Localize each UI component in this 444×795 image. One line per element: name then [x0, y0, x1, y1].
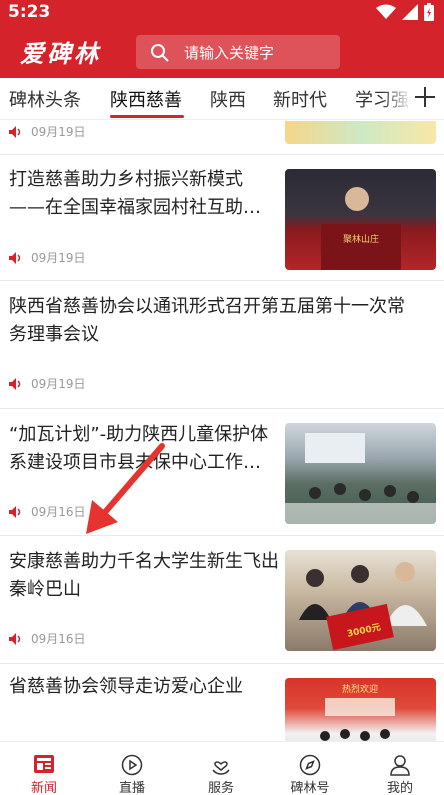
- article-date: 09月19日: [31, 377, 86, 391]
- wifi-icon: [376, 4, 396, 19]
- article-meta: 09月19日: [9, 123, 86, 140]
- article-thumbnail: [285, 121, 436, 144]
- heart-hand-icon: [212, 761, 230, 775]
- article-title-line: 秦岭巴山: [9, 579, 81, 600]
- list-item[interactable]: 安康慈善助力千名大学生新生飞出 秦岭巴山 09月16日 3000元: [0, 536, 444, 664]
- list-item[interactable]: 省慈善协会领导走访爱心企业 热烈欢迎: [0, 664, 444, 741]
- speaker-icon: [9, 125, 21, 138]
- article-title-line: ——在全国幸福家园村社互助…: [9, 197, 261, 218]
- article-thumbnail: 3000元: [285, 550, 436, 651]
- signal-icon: [402, 4, 418, 20]
- article-title: 打造慈善助力乡村振兴新模式 ——在全国幸福家园村社互助…: [9, 166, 261, 222]
- meeting-photo: [285, 433, 436, 524]
- search-bar[interactable]: 请输入关键字: [136, 35, 340, 69]
- tab-shaanxi-charity[interactable]: 陕西慈善: [110, 86, 182, 112]
- nav-label: 新闻: [30, 781, 57, 795]
- article-date: 09月19日: [31, 125, 86, 139]
- nav-news[interactable]: 新闻: [0, 742, 88, 795]
- status-time: 5:23: [8, 2, 51, 22]
- article-title-line: 安康慈善助力千名大学生新生飞出: [9, 551, 279, 572]
- banner-text: 热烈欢迎: [342, 683, 378, 695]
- list-item[interactable]: 陕西省慈善协会以通讯形式召开第五届第十一次常 务理事会议 09月19日: [0, 281, 444, 409]
- add-channel-button[interactable]: [412, 81, 440, 115]
- speaker-icon: [9, 505, 21, 518]
- status-icons: [376, 3, 434, 21]
- tab-new-era[interactable]: 新时代: [273, 86, 327, 112]
- list-item[interactable]: 09月19日: [0, 121, 444, 155]
- nav-service[interactable]: 服务: [177, 742, 265, 795]
- article-title-line: 务理事会议: [9, 324, 99, 345]
- news-icon: [34, 755, 54, 773]
- speaker-icon: [9, 377, 21, 390]
- search-placeholder: 请输入关键字: [184, 44, 275, 62]
- article-date: 09月19日: [31, 251, 86, 265]
- ceremony-photo: 3000元: [299, 562, 427, 651]
- compass-icon: [299, 754, 321, 776]
- article-title-line: 打造慈善助力乡村振兴新模式: [9, 169, 243, 190]
- article-title-line: 省慈善协会领导走访爱心企业: [9, 676, 243, 697]
- article-meta: 09月19日: [9, 375, 86, 392]
- article-title: 省慈善协会领导走访爱心企业: [9, 673, 243, 701]
- app-header: 爱碑林 请输入关键字: [0, 26, 444, 78]
- tab-shaanxi[interactable]: 陕西: [210, 86, 246, 112]
- article-thumbnail: [285, 423, 436, 524]
- nav-label: 我的: [386, 781, 413, 795]
- list-item[interactable]: 打造慈善助力乡村振兴新模式 ——在全国幸福家园村社互助… 09月19日 聚林山庄: [0, 155, 444, 281]
- news-feed[interactable]: 09月19日 打造慈善助力乡村振兴新模式 ——在全国幸福家园村社互助… 09月1…: [0, 121, 444, 741]
- article-title: 安康慈善助力千名大学生新生飞出 秦岭巴山: [9, 548, 279, 604]
- list-item[interactable]: “加瓦计划”-助力陕西儿童保护体 系建设项目市县未保中心工作… 09月16日: [0, 409, 444, 536]
- tab-fade: [382, 78, 412, 118]
- article-date: 09月16日: [31, 632, 86, 646]
- tab-beilin-headlines[interactable]: 碑林头条: [9, 86, 81, 112]
- article-title: “加瓦计划”-助力陕西儿童保护体 系建设项目市县未保中心工作…: [9, 421, 268, 477]
- battery-icon: [424, 3, 434, 21]
- nav-label: 服务: [207, 781, 234, 795]
- article-thumbnail: 热烈欢迎: [285, 678, 436, 741]
- article-title-line: “加瓦计划”-助力陕西儿童保护体: [9, 424, 269, 445]
- article-thumbnail: 聚林山庄: [285, 169, 436, 270]
- bottom-navigation: 新闻 直播 服务 碑林号 我的: [0, 741, 444, 795]
- article-meta: 09月16日: [9, 630, 86, 647]
- channel-tabs: 碑林头条 陕西慈善 陕西 新时代 学习强: [0, 78, 444, 120]
- app-logo[interactable]: 爱碑林: [20, 34, 101, 69]
- top-bar: 5:23 爱碑林 请输入关键字: [0, 0, 444, 78]
- article-date: 09月16日: [31, 505, 86, 519]
- active-tab-indicator: [110, 115, 184, 118]
- visit-photo: 热烈欢迎: [320, 683, 395, 741]
- nav-label: 碑林号: [290, 781, 330, 795]
- speaker-icon: [9, 632, 21, 645]
- article-meta: 09月19日: [9, 249, 86, 266]
- user-icon: [390, 755, 410, 776]
- nav-label: 直播: [118, 781, 145, 795]
- speaker-icon: [9, 251, 21, 264]
- podium-sign: 聚林山庄: [343, 233, 379, 245]
- nav-mine[interactable]: 我的: [356, 742, 444, 795]
- speaker-photo: 聚林山庄: [321, 187, 401, 270]
- article-title: 陕西省慈善协会以通讯形式召开第五届第十一次常 务理事会议: [9, 293, 405, 349]
- nav-beilin-account[interactable]: 碑林号: [266, 742, 354, 795]
- article-title-line: 系建设项目市县未保中心工作…: [9, 452, 261, 473]
- search-icon: [151, 44, 169, 62]
- article-meta: 09月16日: [9, 503, 86, 520]
- article-title-line: 陕西省慈善协会以通讯形式召开第五届第十一次常: [9, 296, 405, 317]
- play-icon: [121, 754, 143, 776]
- nav-live[interactable]: 直播: [88, 742, 176, 795]
- status-bar: 5:23: [0, 0, 444, 26]
